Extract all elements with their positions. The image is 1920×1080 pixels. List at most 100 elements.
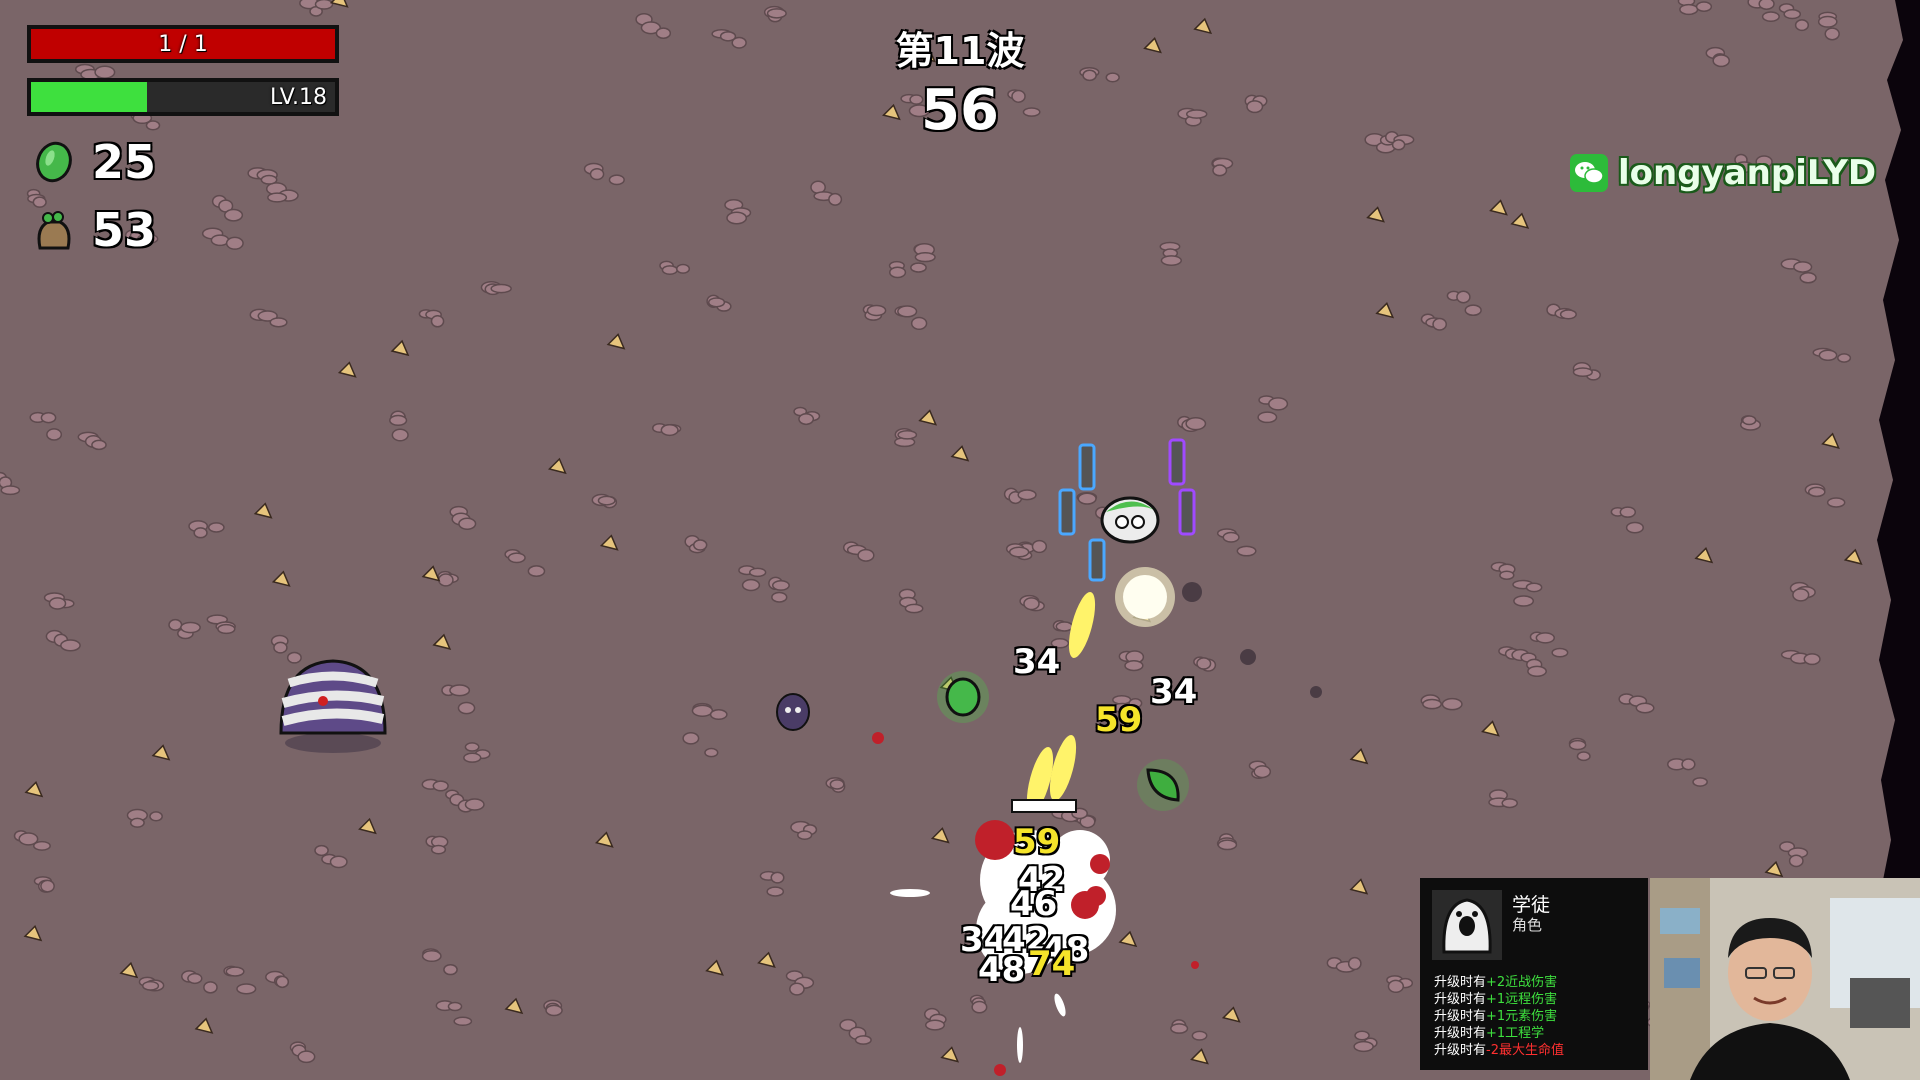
pebble [1635, 702, 1655, 714]
fallen-leaf [504, 997, 524, 1015]
fallen-leaf [918, 409, 938, 426]
pebble [236, 983, 257, 995]
pebble [1559, 309, 1577, 320]
pebble [661, 265, 678, 276]
pebble [1619, 506, 1637, 518]
fallen-leaf [1694, 546, 1714, 564]
damage-number: 59 [1095, 700, 1143, 740]
pebble [704, 747, 719, 758]
pebble [1422, 698, 1442, 710]
pebble [660, 424, 679, 437]
pebble [464, 798, 485, 811]
pebble [267, 192, 288, 203]
pebble [1017, 489, 1037, 501]
pebble [866, 304, 887, 317]
pebble [225, 236, 244, 250]
fallen-leaf [1489, 199, 1508, 216]
pebble [432, 780, 449, 792]
pebble [691, 704, 714, 717]
pebble [1535, 632, 1555, 644]
pebble [91, 439, 107, 451]
pebble [589, 167, 605, 181]
smoke-particles [1182, 582, 1322, 698]
fallen-leaf [253, 502, 273, 519]
fallen-leaf [594, 831, 614, 848]
pebble [904, 603, 924, 614]
character-type: 角色 [1512, 916, 1543, 934]
pebble [910, 262, 927, 273]
pebble [217, 623, 236, 635]
fallen-leaf [358, 817, 377, 835]
pebble [1527, 665, 1547, 678]
pebble [1185, 417, 1207, 431]
pebble [1826, 497, 1846, 508]
mummy-enemy [279, 659, 387, 753]
pebble [453, 1016, 473, 1027]
bonus-line: 升级时有-2最大生命值 [1434, 1042, 1564, 1059]
pebble [1464, 304, 1482, 317]
bonus-effect: +1工程学 [1486, 1026, 1545, 1041]
bonus-line: 升级时有+1远程伤害 [1434, 991, 1564, 1008]
pebble [203, 981, 218, 994]
pebble [766, 8, 787, 19]
pebble [772, 580, 790, 591]
pebble [741, 578, 761, 592]
pebble [314, 0, 334, 10]
pebble [329, 855, 348, 869]
wechat-handle: longyanpiLYD [1618, 153, 1877, 193]
pebble [275, 975, 290, 989]
pebble [421, 950, 442, 963]
pebble [1501, 798, 1518, 809]
pebble [1499, 570, 1515, 581]
pebble [1023, 597, 1040, 611]
pebble [297, 1050, 316, 1064]
fallen-leaf [271, 570, 291, 587]
pebble [1077, 492, 1097, 505]
fallen-leaf [390, 339, 410, 357]
pebble [207, 522, 225, 533]
pebble [464, 742, 480, 752]
character-bonus-list: 升级时有+2近战伤害 升级时有+1远程伤害 升级时有+1元素伤害 升级时有+1工… [1434, 974, 1564, 1059]
pebble [897, 305, 918, 318]
pebble [789, 982, 805, 996]
damage-number: 74 [1028, 944, 1076, 984]
pebble [187, 972, 203, 985]
green-material-icon [36, 141, 72, 183]
fallen-leaf [547, 457, 567, 475]
pebble [46, 428, 63, 441]
damage-number: 48 [978, 950, 1026, 990]
pebble [608, 174, 625, 186]
pebble [770, 871, 785, 884]
pebble [1803, 653, 1821, 666]
bonus-line: 升级时有+2近战伤害 [1434, 974, 1564, 991]
pebble [1236, 545, 1257, 557]
material-bag-icon [37, 211, 71, 250]
pebble [149, 811, 163, 822]
pebble [1792, 588, 1810, 602]
pebble [1758, 0, 1775, 10]
pebble [60, 639, 81, 652]
pebble [527, 565, 546, 578]
pebble [1387, 979, 1405, 994]
fallen-leaf [23, 924, 43, 942]
pebble [1432, 317, 1447, 331]
pebble [1031, 539, 1048, 554]
green-material-drop [937, 671, 989, 723]
fallen-leaf [432, 633, 452, 651]
streamer-wechat-overlay: longyanpiLYD [1570, 153, 1876, 193]
pebble [798, 413, 815, 426]
baby-alien-enemy [776, 693, 810, 731]
pebble [545, 1004, 563, 1017]
fallen-leaf [1366, 206, 1385, 223]
pebble [269, 317, 288, 328]
player-character [1058, 438, 1196, 582]
pebble [1055, 621, 1074, 632]
bonus-effect: +2近战伤害 [1486, 975, 1558, 990]
fallen-leaf [606, 333, 626, 350]
pebble [1160, 255, 1182, 266]
pebble [129, 817, 145, 828]
pebble [1268, 397, 1289, 411]
pebble [48, 597, 67, 610]
pebble [1576, 751, 1591, 762]
fallen-leaf [1118, 930, 1138, 948]
